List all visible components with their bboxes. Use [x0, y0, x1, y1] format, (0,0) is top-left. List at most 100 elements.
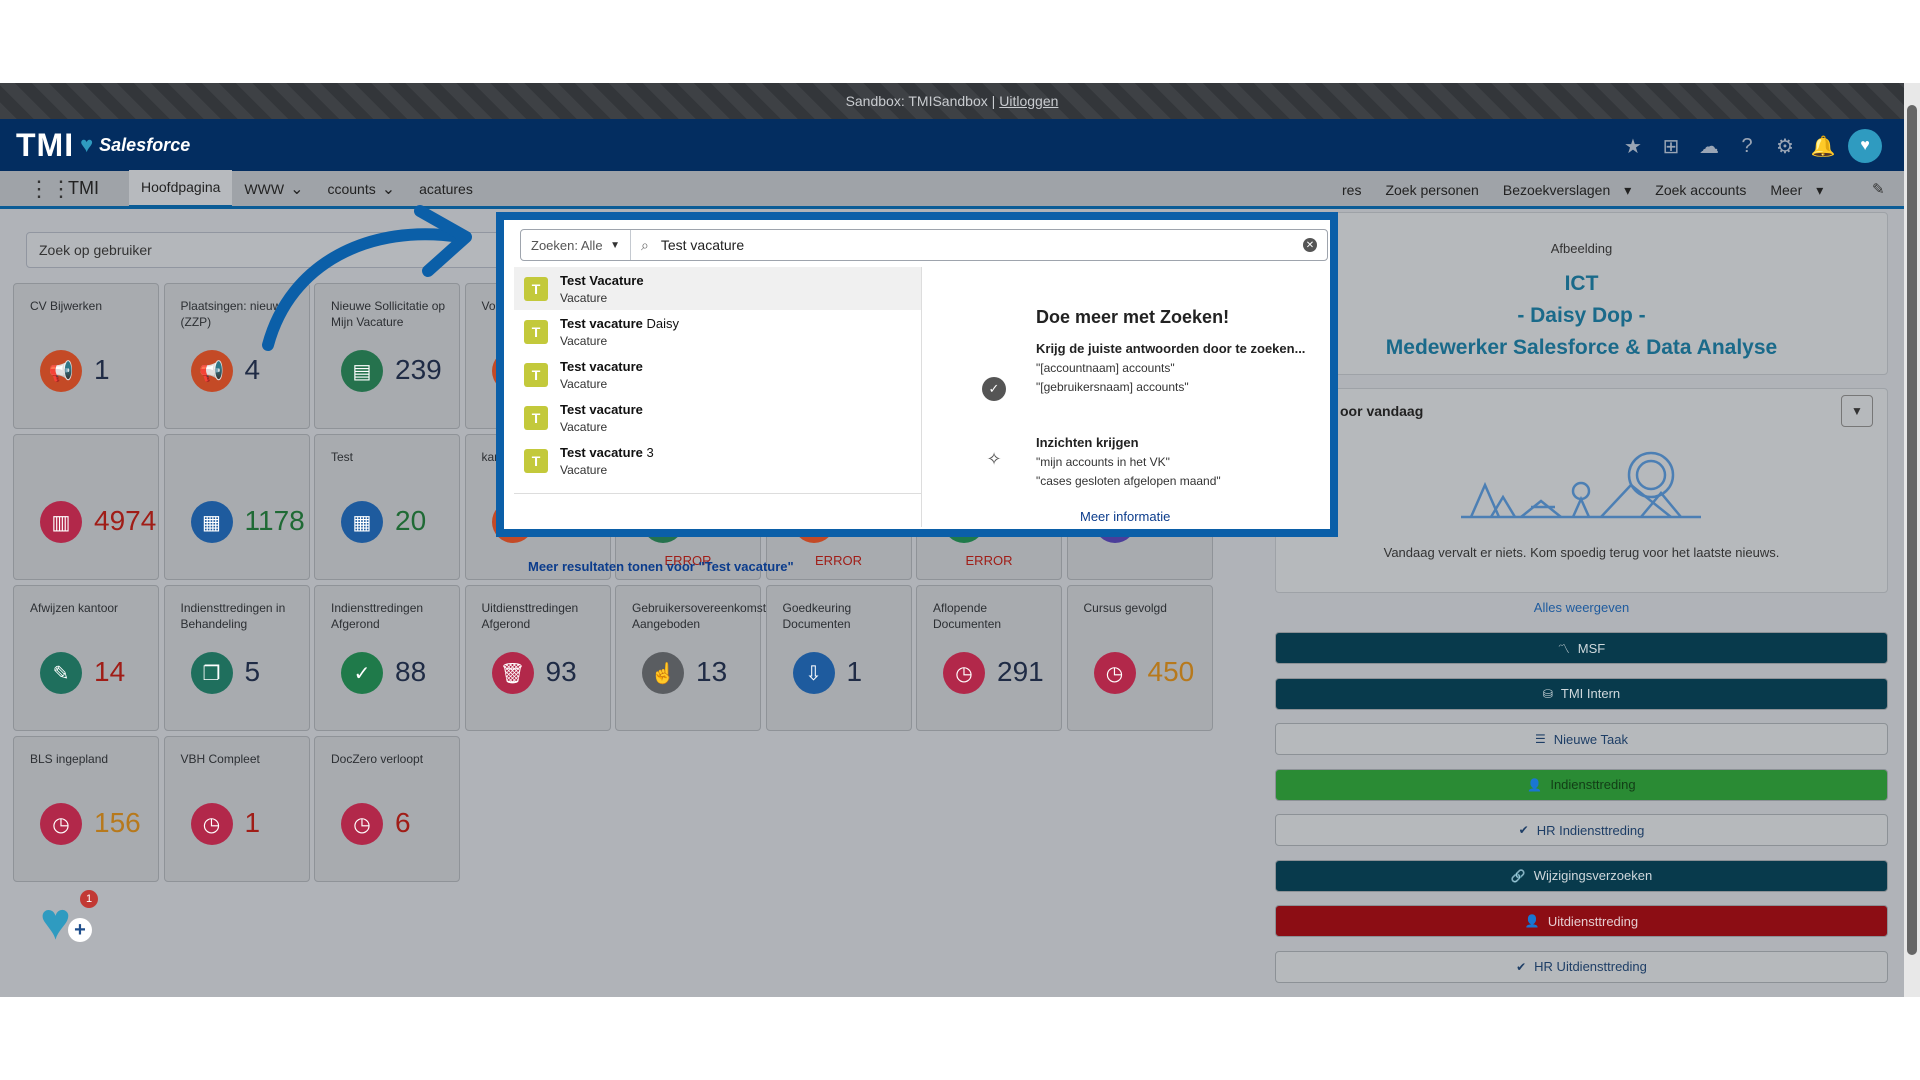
- tile-label: Indiensttredingen Afgerond: [331, 601, 424, 631]
- app-launcher-icon[interactable]: ⋮⋮: [28, 176, 72, 202]
- search-result[interactable]: T Test vacature 3 Vacature: [514, 439, 921, 482]
- dashboard-tile[interactable]: Aflopende Documenten ◷ 291: [916, 585, 1062, 731]
- tile-count: 156: [94, 807, 141, 838]
- page-scrollbar[interactable]: [1904, 83, 1920, 997]
- vacature-object-icon: T: [524, 276, 548, 301]
- dashboard-tile[interactable]: ▥ 4974: [13, 434, 159, 580]
- global-header: TMI ♥ Salesforce ★ ⊞ ☁ ? ⚙ 🔔 ♥: [0, 119, 1904, 171]
- nav-tab[interactable]: ccounts ⌄: [315, 170, 407, 208]
- quick-action-button[interactable]: 👤 Uitdiensttreding: [1275, 905, 1888, 937]
- nav-tabs-right: res Zoek personen Bezoekverslagen ▾ Zoek acc…: [1330, 171, 1835, 209]
- chevron-down-icon[interactable]: ⌄: [382, 179, 395, 199]
- nav-tab[interactable]: Zoek personen: [1373, 171, 1490, 209]
- dashboard-tile[interactable]: Gebruikersovereenkomst Aangeboden ☝ 13: [615, 585, 766, 731]
- plus-icon: +: [68, 918, 92, 942]
- search-result[interactable]: T Test vacature Vacature: [514, 396, 921, 439]
- tile-label: Cursus gevolgd: [1083, 601, 1167, 615]
- org-icon: ⛁: [1542, 686, 1553, 701]
- clock-icon: ◷: [190, 803, 233, 845]
- right-sidebar: Afbeelding ICT - Daisy Dop - Medewerker …: [1275, 212, 1888, 997]
- more-info-link[interactable]: Meer informatie: [1080, 509, 1170, 524]
- nav-tab[interactable]: Zoek accounts: [1643, 171, 1758, 209]
- search-dialog: Zoeken: Alle ▼ ⌕ ✕ T Test Vacature Vacatur…: [496, 212, 1338, 574]
- setup-gear-icon[interactable]: ⚙: [1772, 133, 1798, 159]
- nav-tab[interactable]: Meer ▾: [1758, 171, 1835, 209]
- quick-action-button[interactable]: ✔ HR Uitdiensttreding: [1275, 950, 1888, 983]
- global-search-input[interactable]: [648, 230, 1303, 260]
- trailhead-icon[interactable]: ☁: [1696, 133, 1722, 159]
- quick-action-button[interactable]: ☰ Nieuwe Taak: [1275, 723, 1888, 755]
- profile-image: Afbeelding: [1550, 241, 1613, 256]
- show-all-link[interactable]: Alles weergeven: [1275, 600, 1888, 615]
- more-results-link[interactable]: Meer resultaten tonen voor "Test vacatur…: [528, 559, 794, 574]
- clock-icon: ◷: [341, 803, 383, 845]
- dashboard-tile[interactable]: Indiensttredingen Afgerond ✓ 88: [314, 585, 460, 731]
- brand-name: TMI: [16, 126, 75, 163]
- scrollbar-thumb[interactable]: [1907, 105, 1917, 955]
- dashboard-tile[interactable]: Uitdiensttredingen Afgerond 🗑 93: [464, 585, 611, 731]
- search-result[interactable]: T Test vacature Vacature: [514, 353, 921, 396]
- search-result[interactable]: T Test Vacature Vacature: [514, 267, 921, 310]
- dashboard-tile[interactable]: Afwijzen kantoor ✎ 14: [13, 585, 159, 731]
- nav-tab-label: res: [1342, 182, 1362, 198]
- dashboard-tile[interactable]: DocZero verloopt ◷ 6: [314, 736, 460, 882]
- quick-action-button[interactable]: ⛁ TMI Intern: [1275, 677, 1888, 710]
- link-icon: 🔗: [1510, 868, 1526, 883]
- tile-error: ERROR: [965, 553, 1013, 568]
- chevron-down-icon[interactable]: ▾: [1816, 182, 1823, 199]
- nav-tab[interactable]: Hoofdpagina: [129, 169, 233, 208]
- edit-nav-pencil-icon[interactable]: ✎: [1872, 180, 1885, 198]
- help-fab[interactable]: ♥ + 1: [40, 890, 98, 952]
- logout-link[interactable]: Uitloggen: [999, 93, 1058, 109]
- profile-department: ICT: [1564, 272, 1599, 295]
- search-result[interactable]: T Test vacature Daisy Vacature: [514, 310, 921, 353]
- nav-tab-label: Zoek accounts: [1655, 182, 1747, 198]
- search-scope-label: Zoeken: Alle: [531, 237, 603, 253]
- nav-tab-label: Zoek personen: [1385, 182, 1479, 198]
- tip-insights: Inzichten krijgen "mijn accounts in het …: [1036, 433, 1316, 491]
- nav-tab[interactable]: Bezoekverslagen ▾: [1491, 171, 1643, 209]
- search-icon: ⌕: [641, 236, 649, 253]
- quick-action-label: Indiensttreding: [1550, 777, 1636, 792]
- today-collapse-button[interactable]: ▼: [1841, 395, 1873, 427]
- user-avatar[interactable]: ♥: [1848, 129, 1882, 163]
- brand-logo[interactable]: TMI ♥ Salesforce: [16, 127, 190, 164]
- tile-label: Afwijzen kantoor: [30, 601, 119, 615]
- quick-action-button[interactable]: 〽 MSF: [1275, 632, 1888, 664]
- tile-label: Aflopende Documenten: [933, 601, 1002, 631]
- result-title: Test Vacature: [560, 272, 644, 288]
- result-title-rest: Daisy: [642, 315, 679, 331]
- add-icon[interactable]: ⊞: [1658, 133, 1684, 159]
- quick-action-button[interactable]: 👤 Indiensttreding: [1275, 768, 1888, 801]
- tutorial-arrow-icon: [262, 205, 472, 351]
- help-icon[interactable]: ?: [1734, 133, 1760, 159]
- dashboard-tile[interactable]: Cursus gevolgd ◷ 450: [1066, 585, 1213, 731]
- dashboard-tile[interactable]: VBH Compleet ◷ 1: [163, 736, 310, 882]
- notifications-bell-icon[interactable]: 🔔: [1810, 133, 1836, 159]
- tile-count: 6: [395, 807, 411, 838]
- copy-icon: ❐: [190, 652, 233, 694]
- dashboard-tile[interactable]: BLS ingepland ◷ 156: [13, 736, 159, 882]
- dashboard-tile[interactable]: CV Bijwerken 📢 1: [13, 283, 159, 429]
- dashboard-tile[interactable]: Indiensttredingen in Behandeling ❐ 5: [163, 585, 310, 731]
- quick-action-button[interactable]: ✔ HR Indiensttreding: [1275, 814, 1888, 846]
- app-name: TMI: [68, 178, 99, 198]
- check-badge-icon: ✔: [1516, 959, 1527, 974]
- dashboard-tile[interactable]: Test ▦ 20: [314, 434, 460, 580]
- chevron-down-icon[interactable]: ▾: [1624, 182, 1631, 199]
- tip-answers-title: Krijg de juiste antwoorden door te zoeke…: [1036, 341, 1306, 356]
- heart-plus-icon: ♥: [40, 893, 71, 951]
- nav-tab[interactable]: res: [1330, 171, 1373, 209]
- tile-count: 93: [545, 656, 577, 687]
- clear-search-icon[interactable]: ✕: [1303, 238, 1317, 252]
- nav-tab[interactable]: WWW ⌄: [232, 170, 315, 208]
- quick-action-button[interactable]: 🔗 Wijzigingsverzoeken: [1275, 859, 1888, 892]
- search-scope-dropdown[interactable]: Zoeken: Alle ▼: [521, 230, 631, 260]
- nav-tab[interactable]: acatures: [407, 170, 485, 208]
- chevron-down-icon: ▼: [1851, 404, 1863, 418]
- dashboard-tile[interactable]: ▦ 1178: [163, 434, 310, 580]
- chevron-down-icon[interactable]: ⌄: [290, 179, 303, 199]
- dashboard-tile[interactable]: Goedkeuring Documenten ⇩ 1: [765, 585, 912, 731]
- favorites-star-icon[interactable]: ★: [1620, 133, 1646, 159]
- profile-name: - Daisy Dop -: [1517, 304, 1646, 327]
